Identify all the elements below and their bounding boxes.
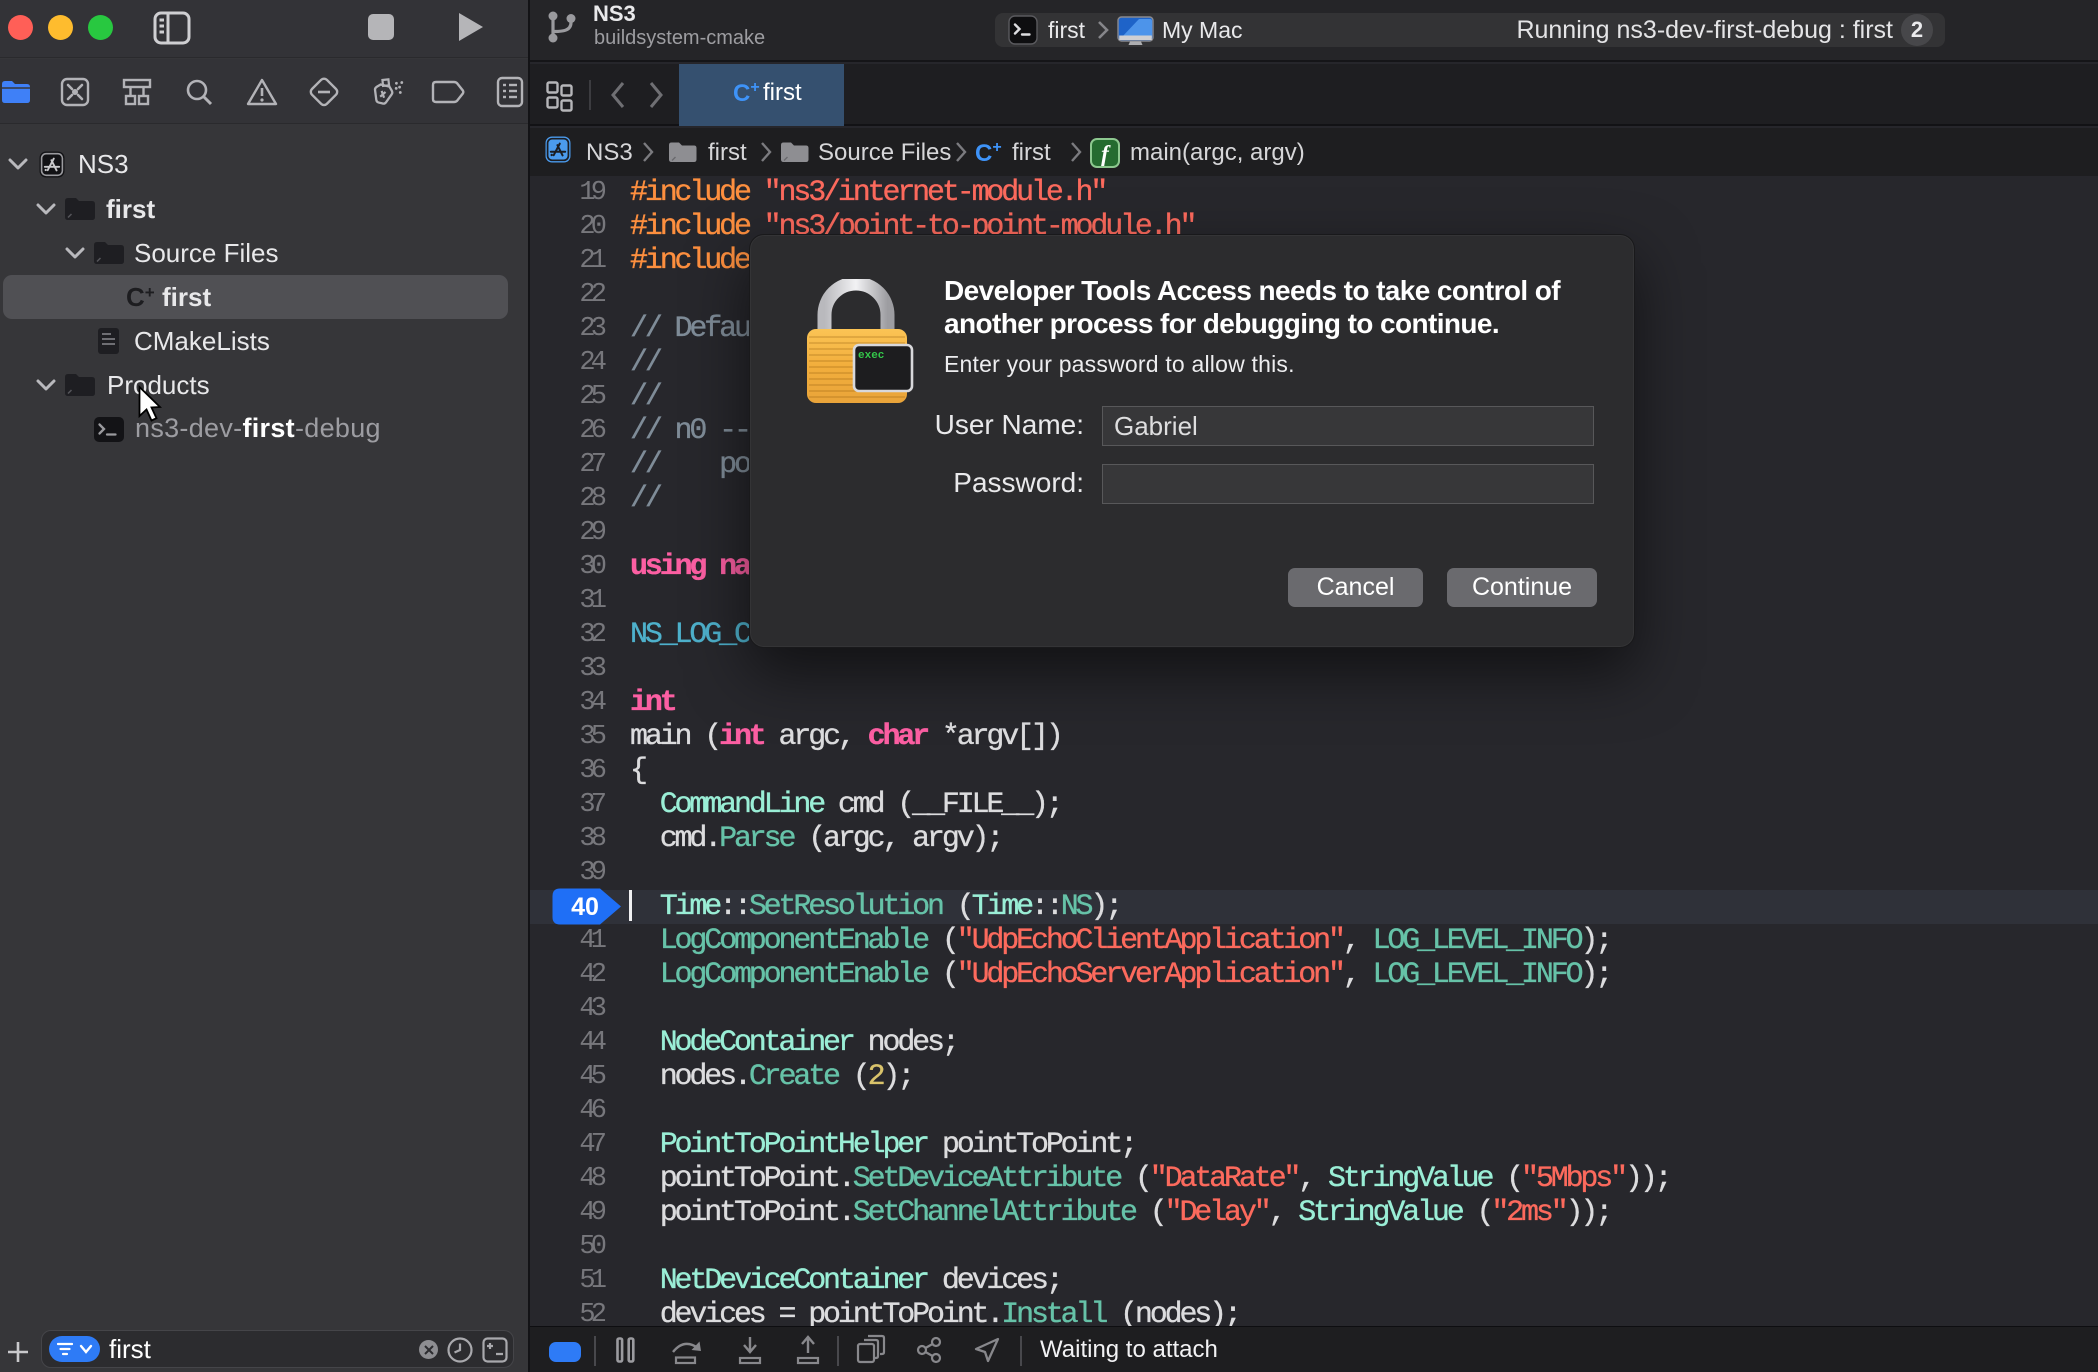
svg-text:exec: exec [858,350,884,362]
